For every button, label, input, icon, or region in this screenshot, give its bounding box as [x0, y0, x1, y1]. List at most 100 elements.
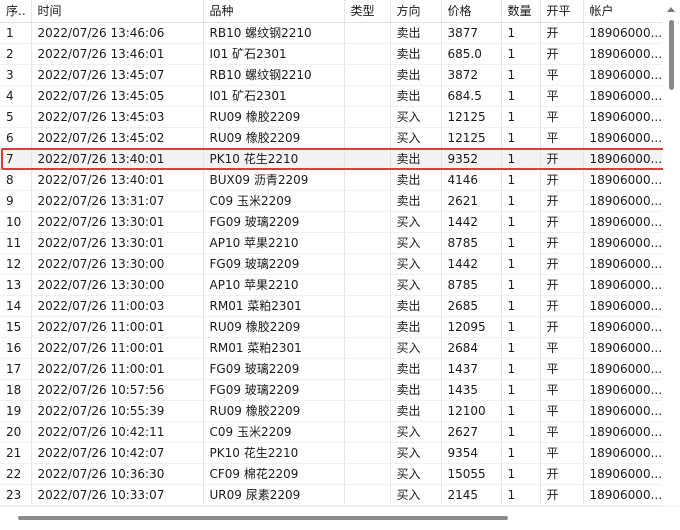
table-row[interactable]: 5 2022/07/26 13:45:03 RU09 橡胶2209 买入 12125 1 平…: [0, 106, 662, 128]
cell-time: 2022/07/26 13:46:06: [31, 22, 204, 44]
cell-direction: 买入: [390, 337, 442, 359]
cell-open-close: 开: [540, 316, 584, 338]
cell-price: 2621: [441, 190, 502, 212]
vertical-scroll-thumb[interactable]: [669, 20, 674, 90]
cell-qty: 1: [501, 253, 541, 275]
cell-seq: 21: [0, 442, 32, 464]
table-row[interactable]: 13 2022/07/26 13:30:00 AP10 苹果2210 买入 8785 1 开…: [0, 274, 662, 296]
cell-qty: 1: [501, 169, 541, 191]
cell-qty: 1: [501, 106, 541, 128]
table-row[interactable]: 9 2022/07/26 13:31:07 C09 玉米2209 卖出 2621 1 开 18…: [0, 190, 662, 212]
cell-account: 18906000...: [583, 316, 662, 338]
cell-time: 2022/07/26 13:30:00: [31, 253, 204, 275]
table-row[interactable]: 2 2022/07/26 13:46:01 I01 矿石2301 卖出 685.0 1 开 1…: [0, 43, 662, 65]
cell-direction: 买入: [390, 106, 442, 128]
cell-symbol: RM01 菜粕2301: [203, 337, 345, 359]
cell-type: [344, 232, 391, 254]
table-row[interactable]: 18 2022/07/26 10:57:56 FG09 玻璃2209 卖出 1435 1 平…: [0, 379, 662, 401]
column-header-symbol[interactable]: 品种: [203, 0, 345, 23]
cell-time: 2022/07/26 13:46:01: [31, 43, 204, 65]
cell-qty: 1: [501, 295, 541, 317]
cell-direction: 卖出: [390, 64, 442, 86]
table-row[interactable]: 22 2022/07/26 10:36:30 CF09 棉花2209 买入 15055 1…: [0, 463, 662, 485]
table-row[interactable]: 1 2022/07/26 13:46:06 RB10 螺纹钢2210 卖出 3877 1 开…: [0, 22, 662, 44]
cell-seq: 2: [0, 43, 32, 65]
cell-qty: 1: [501, 484, 541, 506]
cell-time: 2022/07/26 10:55:39: [31, 400, 204, 422]
horizontal-scroll-thumb[interactable]: [18, 516, 508, 520]
table-row[interactable]: 21 2022/07/26 10:42:07 PK10 花生2210 买入 9354 1 平…: [0, 442, 662, 464]
vertical-scrollbar[interactable]: [663, 0, 680, 506]
cell-time: 2022/07/26 13:30:00: [31, 274, 204, 296]
table-row[interactable]: 10 2022/07/26 13:30:01 FG09 玻璃2209 买入 1442 1 开…: [0, 211, 662, 233]
cell-time: 2022/07/26 11:00:03: [31, 295, 204, 317]
cell-account: 18906000...: [583, 190, 662, 212]
column-header-seq[interactable]: 序..: [0, 0, 32, 23]
table-row[interactable]: 4 2022/07/26 13:45:05 I01 矿石2301 卖出 684.5 1 平 1…: [0, 85, 662, 107]
cell-type: [344, 64, 391, 86]
cell-qty: 1: [501, 316, 541, 338]
cell-qty: 1: [501, 274, 541, 296]
cell-account: 18906000...: [583, 43, 662, 65]
column-header-account[interactable]: 帐户: [583, 0, 662, 23]
column-header-direction[interactable]: 方向: [390, 0, 442, 23]
table-row[interactable]: 19 2022/07/26 10:55:39 RU09 橡胶2209 卖出 12100 1…: [0, 400, 662, 422]
cell-symbol: AP10 苹果2210: [203, 232, 345, 254]
column-header-open-close[interactable]: 开平: [540, 0, 584, 23]
column-header-time[interactable]: 时间: [31, 0, 204, 23]
cell-account: 18906000...: [583, 442, 662, 464]
cell-seq: 20: [0, 421, 32, 443]
table-body: 1 2022/07/26 13:46:06 RB10 螺纹钢2210 卖出 3877 1 开…: [0, 22, 662, 506]
cell-qty: 1: [501, 400, 541, 422]
table-row[interactable]: 11 2022/07/26 13:30:01 AP10 苹果2210 买入 8785 1 开…: [0, 232, 662, 254]
column-header-type[interactable]: 类型: [344, 0, 391, 23]
table-row[interactable]: 7 2022/07/26 13:40:01 PK10 花生2210 卖出 9352 1 开 1…: [0, 148, 662, 170]
cell-open-close: 开: [540, 43, 584, 65]
cell-time: 2022/07/26 13:31:07: [31, 190, 204, 212]
cell-price: 12125: [441, 127, 502, 149]
cell-seq: 23: [0, 484, 32, 506]
horizontal-scrollbar[interactable]: [0, 506, 680, 530]
cell-account: 18906000...: [583, 148, 662, 170]
cell-symbol: RU09 橡胶2209: [203, 127, 345, 149]
cell-open-close: 平: [540, 337, 584, 359]
cell-seq: 9: [0, 190, 32, 212]
trade-records-grid: 序.. 时间 品种 类型 方向 价格 数量 开平 帐户 1 2022/07/26 13:46:06…: [0, 0, 662, 506]
table-row[interactable]: 14 2022/07/26 11:00:03 RM01 菜粕2301 卖出 2685 1 开…: [0, 295, 662, 317]
cell-price: 2684: [441, 337, 502, 359]
cell-symbol: RB10 螺纹钢2210: [203, 22, 345, 44]
cell-seq: 4: [0, 85, 32, 107]
cell-qty: 1: [501, 442, 541, 464]
cell-type: [344, 463, 391, 485]
table-row[interactable]: 3 2022/07/26 13:45:07 RB10 螺纹钢2210 卖出 3872 1 平…: [0, 64, 662, 86]
cell-qty: 1: [501, 463, 541, 485]
table-row[interactable]: 6 2022/07/26 13:45:02 RU09 橡胶2209 买入 12125 1 平…: [0, 127, 662, 149]
cell-price: 12125: [441, 106, 502, 128]
table-row[interactable]: 12 2022/07/26 13:30:00 FG09 玻璃2209 买入 1442 1 开…: [0, 253, 662, 275]
table-row[interactable]: 16 2022/07/26 11:00:01 RM01 菜粕2301 买入 2684 1 平…: [0, 337, 662, 359]
cell-time: 2022/07/26 10:42:11: [31, 421, 204, 443]
cell-seq: 22: [0, 463, 32, 485]
cell-qty: 1: [501, 190, 541, 212]
cell-symbol: FG09 玻璃2209: [203, 379, 345, 401]
cell-open-close: 平: [540, 127, 584, 149]
table-row[interactable]: 23 2022/07/26 10:33:07 UR09 尿素2209 买入 2145 1 开…: [0, 484, 662, 506]
table-row[interactable]: 15 2022/07/26 11:00:01 RU09 橡胶2209 卖出 12095 1…: [0, 316, 662, 338]
cell-type: [344, 379, 391, 401]
cell-open-close: 开: [540, 484, 584, 506]
cell-open-close: 平: [540, 442, 584, 464]
cell-symbol: CF09 棉花2209: [203, 463, 345, 485]
cell-symbol: C09 玉米2209: [203, 421, 345, 443]
table-row[interactable]: 17 2022/07/26 11:00:01 FG09 玻璃2209 卖出 1437 1 平…: [0, 358, 662, 380]
table-row[interactable]: 8 2022/07/26 13:40:01 BUX09 沥青2209 卖出 4146 1 开…: [0, 169, 662, 191]
cell-symbol: I01 矿石2301: [203, 43, 345, 65]
table-row[interactable]: 20 2022/07/26 10:42:11 C09 玉米2209 买入 2627 1 平 1…: [0, 421, 662, 443]
cell-symbol: RU09 橡胶2209: [203, 106, 345, 128]
cell-qty: 1: [501, 211, 541, 233]
cell-price: 684.5: [441, 85, 502, 107]
cell-price: 685.0: [441, 43, 502, 65]
column-header-price[interactable]: 价格: [441, 0, 502, 23]
scroll-up-arrow-icon[interactable]: [667, 7, 675, 12]
column-header-qty[interactable]: 数量: [501, 0, 541, 23]
cell-type: [344, 106, 391, 128]
